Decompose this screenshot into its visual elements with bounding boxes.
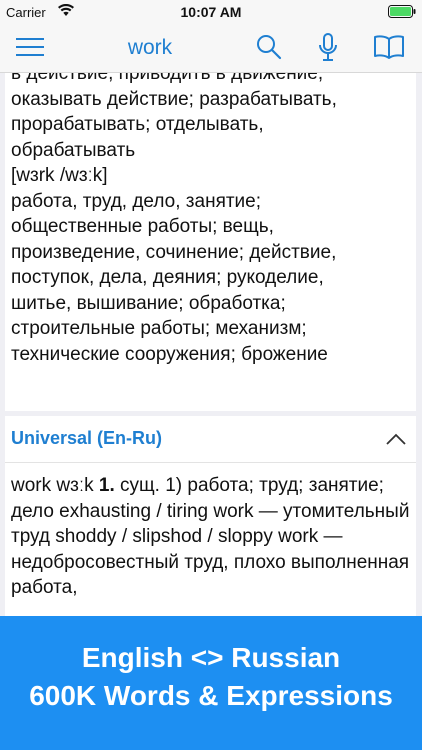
translation-card-1: в действие, приводить в движение, оказыв… [5,73,416,411]
status-time: 10:07 AM [180,4,242,20]
microphone-icon[interactable] [318,33,338,68]
banner-line-2: 600K Words & Expressions [29,680,393,711]
dictionary-header[interactable]: Universal (En-Ru) [5,416,416,463]
book-icon[interactable] [374,35,404,64]
sense-number: 1. [98,475,115,496]
dictionary-entry: work wɜːk 1. сущ. 1) работа; труд; занят… [11,473,411,601]
battery-icon [388,5,416,21]
search-term-title[interactable]: work [90,36,210,60]
dictionary-name: Universal (En-Ru) [11,428,163,448]
headword: work wɜːk [11,475,99,496]
promo-banner: English <> Russian 600K Words & Expressi… [0,616,422,750]
status-bar: Carrier 10:07 AM [0,0,422,24]
banner-line-1: English <> Russian [81,642,341,673]
menu-icon[interactable] [16,36,44,63]
chevron-up-icon[interactable] [386,432,406,450]
nav-bar: work [0,24,422,73]
search-icon[interactable] [256,34,282,65]
translation-text: в действие, приводить в движение, оказыв… [11,73,337,365]
